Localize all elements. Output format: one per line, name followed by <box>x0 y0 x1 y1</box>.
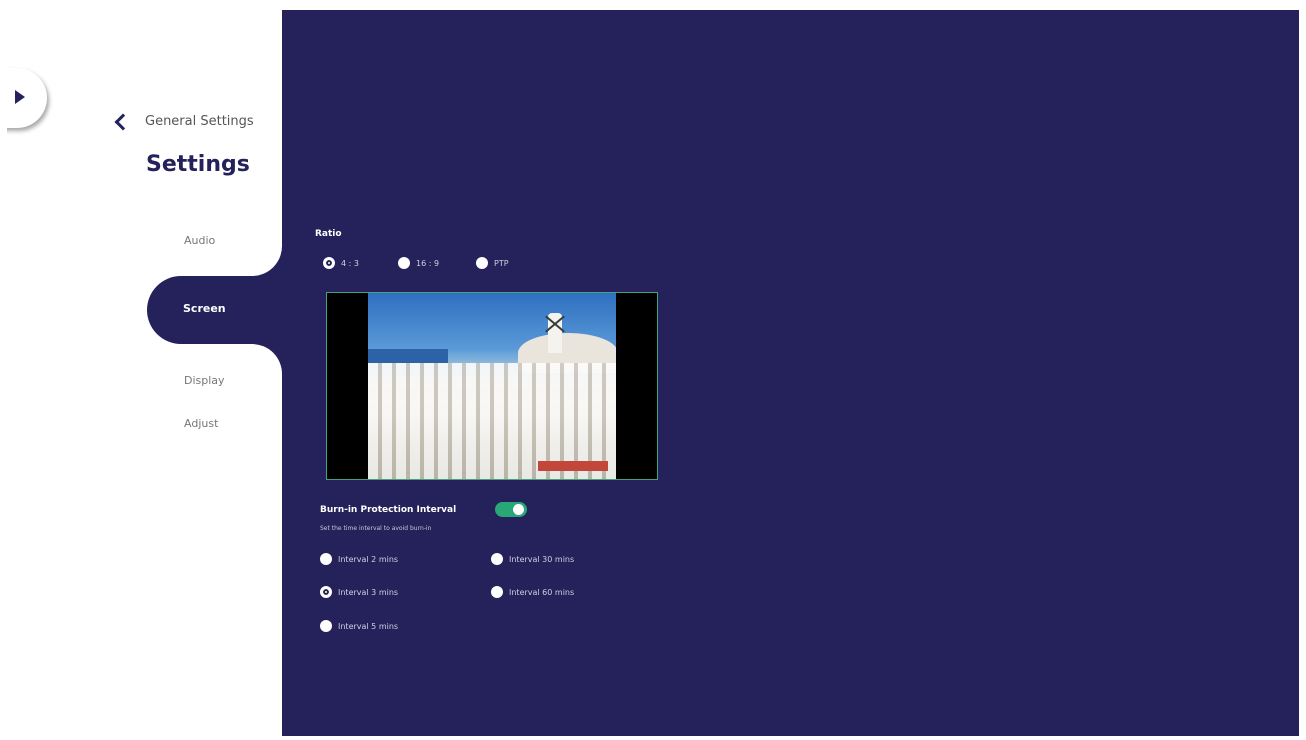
interval-option-2[interactable]: Interval 2 mins <box>320 553 398 565</box>
radio-icon <box>491 586 503 598</box>
radio-icon <box>476 257 488 269</box>
sidebar-item-label: Screen <box>183 302 226 315</box>
settings-window: General Settings Settings Audio Screen D… <box>7 10 1299 736</box>
ratio-option-label: PTP <box>494 258 509 268</box>
sidebar-item-display[interactable]: Display <box>184 374 225 387</box>
page-title: Settings <box>146 152 250 177</box>
sidebar: General Settings Settings Audio Screen D… <box>7 10 297 736</box>
sidebar-item-audio[interactable]: Audio <box>184 234 215 247</box>
interval-option-label: Interval 3 mins <box>338 587 399 597</box>
red-roofs <box>538 461 608 471</box>
radio-selected-icon <box>320 586 332 598</box>
ratio-option-ptp[interactable]: PTP <box>476 257 509 269</box>
interval-option-label: Interval 30 mins <box>509 554 575 564</box>
ratio-option-4-3[interactable]: 4 : 3 <box>323 257 359 269</box>
radio-icon <box>491 553 503 565</box>
radio-icon <box>398 257 410 269</box>
interval-option-5[interactable]: Interval 5 mins <box>320 620 398 632</box>
interval-option-label: Interval 60 mins <box>509 587 575 597</box>
sidebar-item-adjust[interactable]: Adjust <box>184 417 218 430</box>
radio-icon <box>320 553 332 565</box>
ratio-option-label: 16 : 9 <box>416 258 440 268</box>
ratio-preview <box>326 292 658 480</box>
toggle-knob <box>513 504 524 515</box>
burn-in-description: Set the time interval to avoid burn-in <box>320 525 432 532</box>
interval-option-60[interactable]: Interval 60 mins <box>491 586 574 598</box>
nav-active-curve-bottom <box>252 344 282 374</box>
sidebar-item-screen[interactable]: Screen <box>147 276 297 344</box>
ratio-option-label: 4 : 3 <box>341 258 359 268</box>
photo-preview-icon <box>368 293 616 479</box>
expand-sidebar-button[interactable] <box>7 68 47 128</box>
radio-icon <box>320 620 332 632</box>
back-label: General Settings <box>145 114 254 129</box>
back-button[interactable]: General Settings <box>114 113 254 131</box>
ratio-label: Ratio <box>315 229 342 239</box>
nav-active-curve-top <box>252 246 282 276</box>
interval-option-3[interactable]: Interval 3 mins <box>320 586 398 598</box>
burn-in-label: Burn-in Protection Interval <box>320 505 457 515</box>
main-panel: Ratio 4 : 3 16 : 9 PTP Burn-in Protectio… <box>282 10 1299 736</box>
ratio-option-16-9[interactable]: 16 : 9 <box>398 257 439 269</box>
radio-selected-icon <box>323 257 335 269</box>
interval-option-label: Interval 5 mins <box>338 621 399 631</box>
interval-option-30[interactable]: Interval 30 mins <box>491 553 574 565</box>
chevron-left-icon <box>114 113 132 131</box>
burn-in-toggle[interactable] <box>495 502 527 517</box>
sea <box>368 349 448 363</box>
play-icon <box>15 90 25 104</box>
interval-option-label: Interval 2 mins <box>338 554 399 564</box>
